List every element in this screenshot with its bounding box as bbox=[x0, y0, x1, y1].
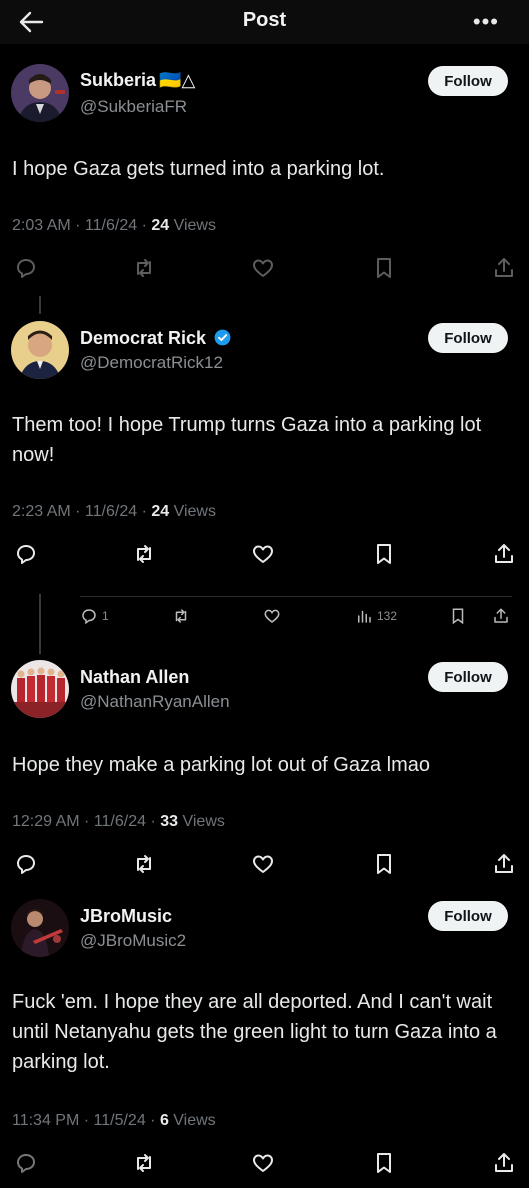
repost-icon[interactable] bbox=[132, 542, 160, 570]
avatar[interactable] bbox=[11, 321, 69, 379]
views-label: Views bbox=[178, 813, 225, 830]
repost-icon[interactable] bbox=[132, 852, 160, 880]
more-options-icon[interactable]: ••• bbox=[473, 9, 499, 35]
avatar[interactable] bbox=[11, 64, 69, 122]
user-handle[interactable]: @JBroMusic2 bbox=[80, 931, 186, 951]
post-meta: 11:34 PM · 11/5/24 · 6 Views bbox=[12, 1112, 216, 1130]
display-name[interactable]: JBroMusic bbox=[80, 906, 172, 927]
user-handle[interactable]: @SukberiaFR bbox=[80, 97, 187, 117]
action-bar bbox=[0, 542, 529, 572]
like-icon[interactable] bbox=[251, 1151, 279, 1179]
post-text: Fuck 'em. I hope they are all deported. … bbox=[12, 991, 497, 1073]
repost-icon[interactable] bbox=[132, 1151, 160, 1179]
avatar[interactable] bbox=[11, 899, 69, 957]
divider bbox=[80, 596, 512, 597]
timestamp: 12:29 AM · 11/6/24 · bbox=[12, 813, 161, 830]
share-icon[interactable] bbox=[492, 542, 520, 570]
action-bar bbox=[0, 852, 529, 882]
share-icon[interactable] bbox=[492, 256, 520, 284]
timestamp: 2:23 AM · 11/6/24 · bbox=[12, 503, 152, 520]
post-meta: 12:29 AM · 11/6/24 · 33 Views bbox=[12, 813, 225, 831]
views-label: Views bbox=[168, 1112, 216, 1129]
like-icon[interactable] bbox=[251, 542, 279, 570]
views-label: Views bbox=[169, 217, 216, 234]
share-icon[interactable] bbox=[492, 607, 510, 625]
top-bar: Post ••• bbox=[0, 0, 529, 44]
view-count: 24 bbox=[151, 217, 170, 234]
reply-count[interactable]: 1 bbox=[80, 607, 109, 625]
user-handle[interactable]: @NathanRyanAllen bbox=[80, 692, 230, 712]
bookmark-icon[interactable] bbox=[449, 607, 467, 625]
like-icon[interactable] bbox=[251, 852, 279, 880]
display-name[interactable]: Nathan Allen bbox=[80, 667, 189, 688]
thread-line bbox=[39, 296, 41, 314]
views-stat[interactable]: 132 bbox=[355, 607, 397, 625]
share-icon[interactable] bbox=[492, 852, 520, 880]
post-meta: 2:23 AM · 11/6/24 · 24 Views bbox=[12, 503, 216, 521]
repost-icon[interactable] bbox=[172, 607, 190, 625]
analytics-icon bbox=[358, 610, 371, 623]
post-text: Hope they make a parking lot out of Gaza… bbox=[12, 754, 431, 776]
like-icon[interactable] bbox=[251, 256, 279, 284]
action-bar bbox=[0, 256, 529, 286]
display-name[interactable]: Sukberia 🇺🇦△ bbox=[80, 70, 195, 91]
nested-action-bar: 1 132 bbox=[0, 607, 529, 631]
bookmark-icon[interactable] bbox=[372, 542, 400, 570]
post-text: Them too! I hope Trump turns Gaza into a… bbox=[12, 414, 482, 466]
bookmark-icon[interactable] bbox=[372, 1151, 400, 1179]
view-count: 33 bbox=[160, 813, 179, 830]
view-count: 24 bbox=[151, 503, 170, 520]
timestamp: 11:34 PM · 11/5/24 · bbox=[12, 1112, 160, 1129]
avatar[interactable] bbox=[11, 660, 69, 718]
follow-button[interactable]: Follow bbox=[428, 323, 508, 353]
reply-icon[interactable] bbox=[14, 256, 42, 284]
timestamp: 2:03 AM · 11/6/24 · bbox=[12, 217, 152, 234]
user-handle[interactable]: @DemocratRick12 bbox=[80, 353, 223, 373]
view-count: 6 bbox=[159, 1112, 169, 1129]
verified-badge-icon bbox=[214, 329, 231, 346]
flag-badge: 🇺🇦△ bbox=[159, 70, 196, 90]
views-value: 132 bbox=[377, 609, 398, 623]
follow-button[interactable]: Follow bbox=[428, 662, 508, 692]
post-text: I hope Gaza gets turned into a parking l… bbox=[12, 158, 385, 180]
reply-count-value: 1 bbox=[102, 609, 109, 623]
share-icon[interactable] bbox=[492, 1151, 520, 1179]
repost-icon[interactable] bbox=[132, 256, 160, 284]
reply-icon[interactable] bbox=[14, 1151, 42, 1179]
bookmark-icon[interactable] bbox=[372, 256, 400, 284]
reply-icon bbox=[82, 609, 96, 625]
action-bar bbox=[0, 1151, 529, 1181]
post-meta: 2:03 AM · 11/6/24 · 24 Views bbox=[12, 217, 216, 235]
like-icon[interactable] bbox=[263, 607, 281, 625]
views-label: Views bbox=[169, 503, 216, 520]
reply-icon[interactable] bbox=[14, 542, 42, 570]
page-title: Post bbox=[242, 9, 287, 31]
follow-button[interactable]: Follow bbox=[428, 901, 508, 931]
reply-icon[interactable] bbox=[14, 852, 42, 880]
display-name[interactable]: Democrat Rick bbox=[80, 328, 232, 349]
follow-button[interactable]: Follow bbox=[428, 66, 508, 96]
bookmark-icon[interactable] bbox=[372, 852, 400, 880]
